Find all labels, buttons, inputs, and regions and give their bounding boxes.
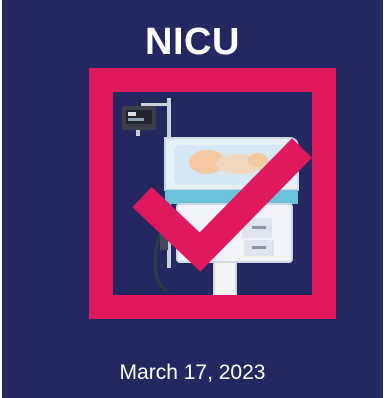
illustration — [89, 68, 336, 319]
nicu-card: NICU March 17, 2023 — [2, 0, 383, 398]
card-date: March 17, 2023 — [119, 361, 266, 384]
